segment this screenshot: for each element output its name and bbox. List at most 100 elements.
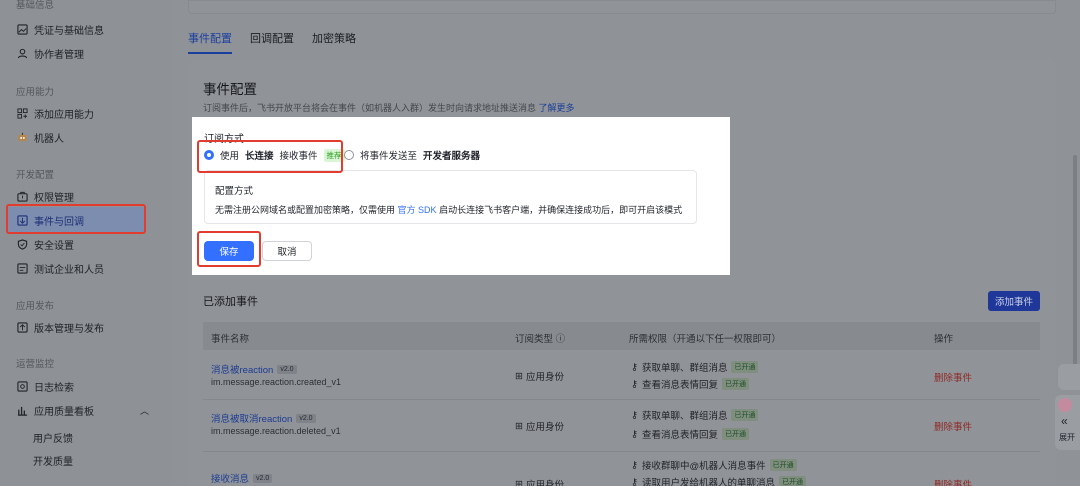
config-method-title: 配置方式 (215, 186, 254, 197)
permission-text: 获取单聊、群组消息 (641, 363, 728, 374)
option-developer-server[interactable]: 将事件发送至 开发者服务器 (344, 148, 480, 162)
double-chevron-left-icon[interactable]: « (1061, 414, 1068, 428)
th-sub-type: 订阅类型 ⓘ (515, 334, 566, 345)
permission-item: ⚷ 获取单聊、群组消息 已开通 (631, 408, 759, 422)
subscription-type: ⊞ 应用身份 (515, 369, 564, 384)
event-code: im.message.reaction.deleted_v1 (211, 426, 341, 436)
event-code: im.message.reaction.created_v1 (211, 377, 342, 387)
learn-more-link[interactable]: 了解更多 (539, 103, 575, 113)
sidebar-subitem-feedback[interactable]: 用户反馈 (33, 430, 73, 445)
section-dev-config: 开发配置 (16, 170, 55, 181)
config-method-desc: 无需注册公网域名或配置加密策略，仅需使用 官方 SDK 启动长连接飞书客户端，并… (215, 203, 682, 216)
event-name[interactable]: 消息被reaction (211, 362, 273, 376)
permission-text: 获取单聊、群组消息 (641, 411, 728, 422)
config-desc-suffix: 启动长连接飞书客户端，并确保连接成功后，即可开启该模式 (439, 205, 683, 215)
delete-event-button[interactable]: 删除事件 (934, 419, 972, 433)
key-icon: ⚷ (631, 476, 638, 486)
image-icon (17, 23, 28, 35)
add-event-button[interactable]: 添加事件 (988, 291, 1040, 311)
event-name-link[interactable]: 消息被reaction v2.0 (211, 362, 297, 376)
sidebar-item-test-org[interactable]: 测试企业和人员 (17, 257, 157, 279)
sidebar-item-bot[interactable]: 机器人 (17, 126, 157, 148)
th-name: 事件名称 (211, 334, 250, 345)
official-sdk-link[interactable]: 官方 SDK (398, 205, 437, 215)
th-action: 操作 (934, 334, 954, 345)
sidebar: 基础信息 凭证与基础信息 协作者管理 应用能力 添加应用能力 机器人 开发配置 … (0, 0, 172, 486)
highlight-box-events (6, 204, 146, 234)
event-name[interactable]: 消息被取消reaction (211, 411, 292, 425)
section-basic-info: 基础信息 (16, 0, 55, 11)
panel-title: 事件配置 (203, 82, 257, 97)
sidebar-item-credentials[interactable]: 凭证与基础信息 (17, 18, 157, 40)
expand-label[interactable]: 展开 (1059, 432, 1075, 443)
sidebar-item-security[interactable]: 安全设置 (17, 233, 157, 255)
grid-icon: ⊞ (515, 370, 523, 382)
sidebar-item-collaborators[interactable]: 协作者管理 (17, 42, 157, 64)
panel-description: 订阅事件后，飞书开放平台将会在事件（如机器人入群）发生时向请求地址推送消息 了解… (203, 101, 575, 114)
table-row: 消息被reaction v2.0 im.message.reaction.cre… (203, 350, 1040, 400)
tab-callback-config[interactable]: 回调配置 (250, 30, 294, 54)
key-icon: ⚷ (631, 361, 638, 373)
subscription-type-text: 应用身份 (525, 422, 564, 433)
top-card (188, 0, 1056, 14)
subscription-type-text: 应用身份 (525, 480, 564, 486)
grid-icon: ⊞ (515, 420, 523, 432)
added-events-title: 已添加事件 (203, 296, 258, 308)
enabled-badge: 已开通 (721, 428, 749, 440)
sidebar-item-logs[interactable]: 日志检索 (17, 375, 157, 397)
avatar[interactable] (1058, 398, 1072, 412)
permission-text: 查看消息表情回复 (641, 430, 718, 441)
sidebar-item-add-capability[interactable]: 添加应用能力 (17, 102, 157, 124)
delete-event-button[interactable]: 删除事件 (934, 370, 972, 384)
sidebar-item-label: 机器人 (34, 133, 64, 145)
sidebar-item-quality[interactable]: 应用质量看板 ︿ (17, 399, 149, 421)
subscription-type-text: 应用身份 (525, 372, 564, 383)
permission-icon (17, 191, 28, 202)
floating-helper-button[interactable] (1058, 364, 1080, 390)
enabled-badge: 已开通 (721, 378, 749, 390)
sidebar-item-label: 日志检索 (34, 382, 74, 394)
permission-item: ⚷ 读取用户发给机器人的单聊消息 已开通 (631, 475, 806, 486)
chevron-up-icon: ︿ (139, 405, 149, 416)
permission-text: 查看消息表情回复 (641, 380, 718, 391)
scrollbar[interactable] (1073, 155, 1077, 370)
permission-item: ⚷ 获取单聊、群组消息 已开通 (631, 360, 759, 374)
version-badge: v2.0 (253, 473, 273, 483)
version-badge: v2.0 (296, 413, 316, 423)
subscription-type: ⊞ 应用身份 (515, 419, 564, 434)
enabled-badge: 已开通 (769, 459, 797, 471)
config-desc-prefix: 无需注册公网域名或配置加密策略，仅需使用 (215, 205, 396, 215)
bar-chart-icon (17, 405, 28, 416)
panel-desc-text: 订阅事件后，飞书开放平台将会在事件（如机器人入群）发生时向请求地址推送消息 (203, 103, 537, 113)
enabled-badge: 已开通 (778, 476, 806, 486)
event-name[interactable]: 接收消息 (211, 471, 249, 485)
event-name-link[interactable]: 接收消息 v2.0 (211, 471, 273, 485)
permission-text: 接收群聊中@机器人消息事件 (641, 461, 766, 472)
radio-unchecked-icon[interactable] (344, 150, 354, 160)
sidebar-item-label: 安全设置 (34, 240, 74, 252)
permission-item: ⚷ 查看消息表情回复 已开通 (631, 377, 749, 391)
permission-item: ⚷ 接收群聊中@机器人消息事件 已开通 (631, 458, 797, 472)
events-table-header: 事件名称 订阅类型 ⓘ 所需权限（开通以下任一权限即可） 操作 (203, 322, 1040, 350)
sidebar-item-label: 添加应用能力 (34, 109, 94, 121)
sidebar-item-label: 凭证与基础信息 (34, 25, 104, 37)
tab-event-config[interactable]: 事件配置 (188, 30, 232, 54)
table-row: 消息被取消reaction v2.0 im.message.reaction.d… (203, 400, 1040, 452)
highlight-box-long-connection (197, 140, 343, 173)
section-app-capability: 应用能力 (16, 87, 55, 98)
key-icon: ⚷ (631, 428, 638, 440)
grid-icon: ⊞ (515, 478, 523, 486)
upload-icon (17, 321, 28, 333)
option2-prefix: 将事件发送至 (360, 151, 418, 162)
sidebar-item-version[interactable]: 版本管理与发布 (17, 316, 157, 338)
enabled-badge: 已开通 (731, 409, 759, 421)
delete-event-button[interactable]: 删除事件 (934, 477, 972, 486)
tab-encryption[interactable]: 加密策略 (312, 30, 356, 54)
table-row: 接收消息 v2.0 ⊞ 应用身份 ⚷ 接收群聊中@机器人消息事件 已开通 ⚷ 读… (203, 452, 1040, 486)
section-ops: 运营监控 (16, 359, 55, 370)
log-icon (17, 380, 28, 392)
tabs: 事件配置 回调配置 加密策略 (188, 30, 356, 54)
sidebar-subitem-dev-quality[interactable]: 开发质量 (33, 453, 73, 468)
event-name-link[interactable]: 消息被取消reaction v2.0 (211, 411, 316, 425)
cancel-button[interactable]: 取消 (262, 241, 312, 261)
